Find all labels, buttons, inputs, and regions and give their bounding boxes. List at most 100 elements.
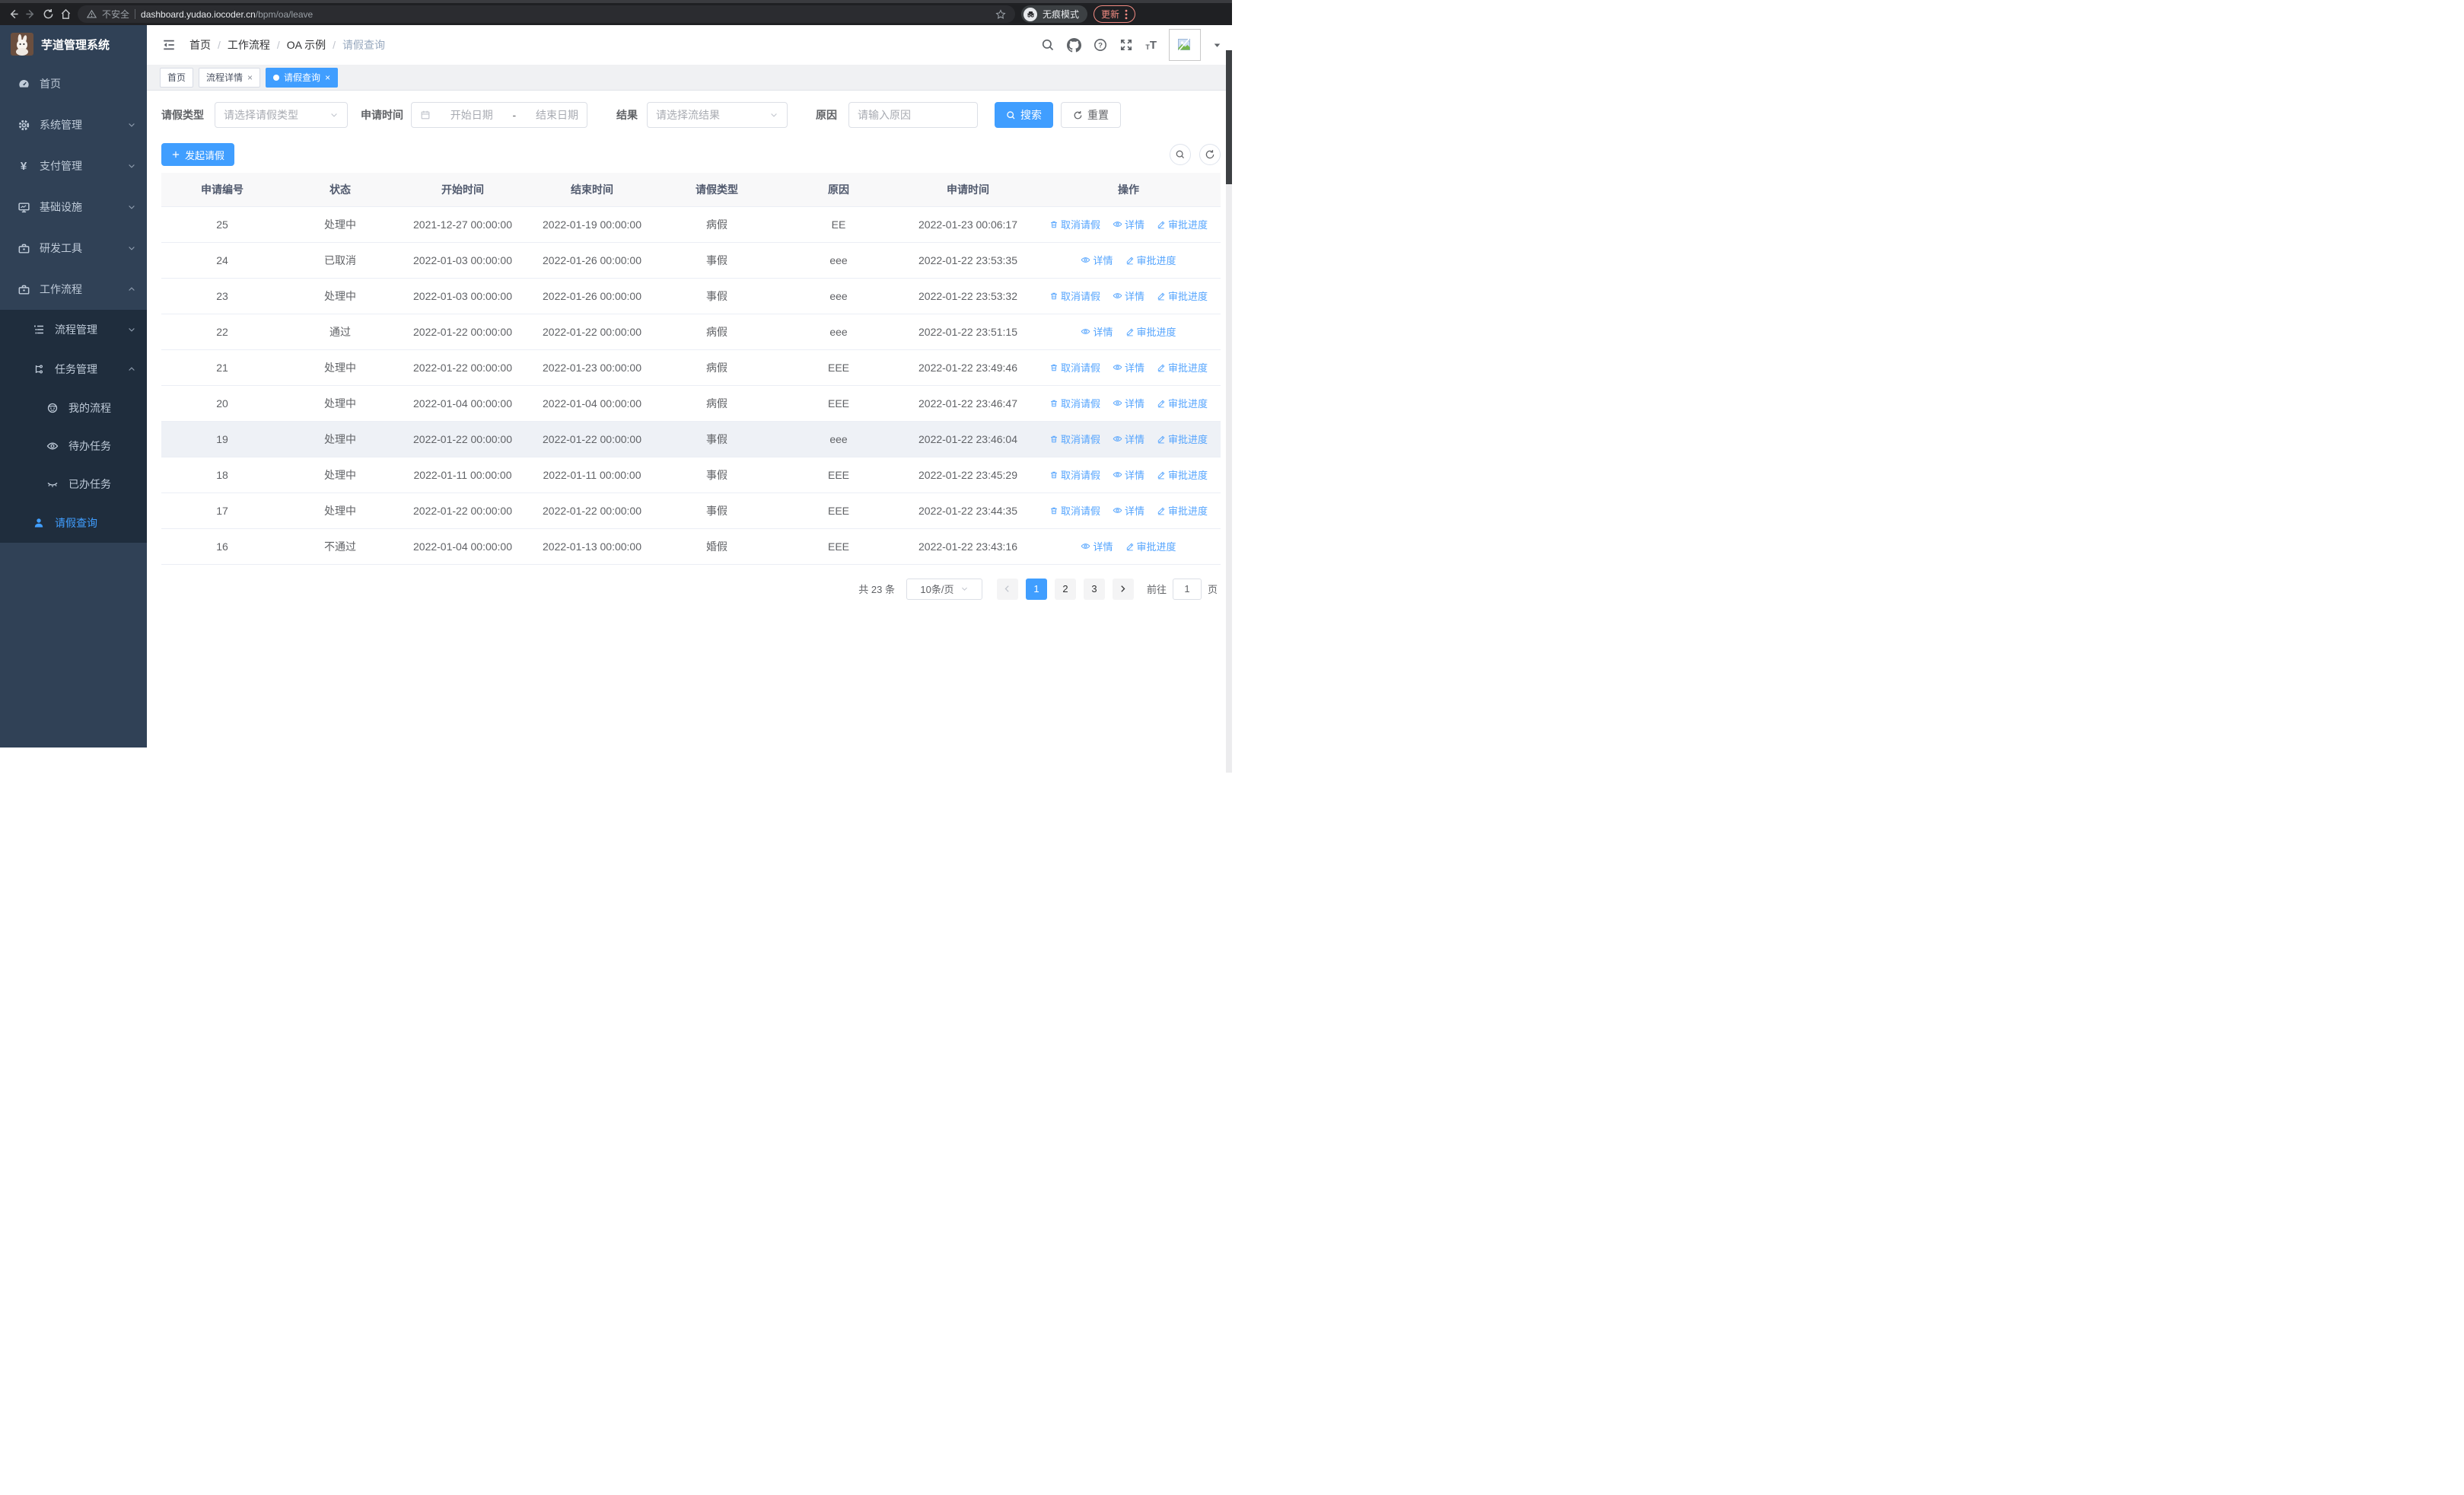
github-icon[interactable] bbox=[1067, 37, 1082, 53]
page-button-3[interactable]: 3 bbox=[1083, 578, 1105, 600]
tab-home[interactable]: 首页 bbox=[160, 67, 194, 88]
table-cell: 2022-01-23 00:06:17 bbox=[899, 206, 1036, 243]
leave-type-select[interactable]: 请选择请假类型 bbox=[215, 102, 348, 128]
goto-page-input[interactable] bbox=[1172, 578, 1202, 600]
chevron-down-icon bbox=[960, 585, 969, 593]
home-icon[interactable] bbox=[60, 8, 72, 20]
font-size-icon[interactable]: TT bbox=[1145, 40, 1157, 51]
sidebar-item-leave-query[interactable]: 请假查询 bbox=[0, 503, 147, 543]
action-detail-link[interactable]: 详情 bbox=[1113, 396, 1144, 410]
search-toggle-icon[interactable] bbox=[1170, 144, 1191, 165]
action-cancel-leave-link[interactable]: 取消请假 bbox=[1049, 288, 1100, 303]
page-url[interactable]: dashboard.yudao.iocoder.cn/bpm/oa/leave bbox=[141, 9, 313, 20]
close-icon[interactable]: × bbox=[247, 73, 253, 82]
action-progress-link[interactable]: 审批进度 bbox=[1125, 324, 1176, 339]
next-page-button[interactable] bbox=[1112, 578, 1134, 600]
back-icon[interactable] bbox=[8, 8, 19, 20]
sidebar-item-payment[interactable]: ¥ 支付管理 bbox=[0, 145, 147, 186]
sidebar-item-system[interactable]: 系统管理 bbox=[0, 104, 147, 145]
avatar[interactable] bbox=[1169, 29, 1201, 61]
action-progress-link[interactable]: 审批进度 bbox=[1157, 432, 1208, 446]
action-cancel-leave-link[interactable]: 取消请假 bbox=[1049, 360, 1100, 375]
sidebar-item-todo-tasks[interactable]: 待办任务 bbox=[0, 427, 147, 465]
browser-chrome: 不安全 dashboard.yudao.iocoder.cn/bpm/oa/le… bbox=[0, 0, 1232, 25]
scrollbar-thumb[interactable] bbox=[1226, 50, 1232, 184]
breadcrumb-oa-example[interactable]: OA 示例 bbox=[287, 37, 326, 53]
search-button[interactable]: 搜索 bbox=[995, 102, 1053, 128]
tab-label: 请假查询 bbox=[284, 72, 321, 83]
table-cell: EEE bbox=[778, 385, 899, 422]
page-button-1[interactable]: 1 bbox=[1025, 578, 1047, 600]
apply-time-range-picker[interactable]: 开始日期 - 结束日期 bbox=[411, 102, 587, 128]
action-detail-link[interactable]: 详情 bbox=[1081, 539, 1113, 553]
action-detail-link[interactable]: 详情 bbox=[1113, 503, 1144, 518]
table-row: 24 已取消 2022-01-03 00:00:00 2022-01-26 00:00… bbox=[161, 242, 1221, 279]
reload-icon[interactable] bbox=[43, 8, 54, 20]
action-progress-link[interactable]: 审批进度 bbox=[1125, 253, 1176, 267]
result-select[interactable]: 请选择流结果 bbox=[647, 102, 788, 128]
action-cancel-leave-link[interactable]: 取消请假 bbox=[1049, 396, 1100, 410]
close-icon[interactable]: × bbox=[325, 73, 330, 82]
browser-update-button[interactable]: 更新 bbox=[1094, 5, 1136, 23]
sidebar-item-done-tasks[interactable]: 已办任务 bbox=[0, 465, 147, 503]
security-warning-icon[interactable] bbox=[87, 9, 97, 19]
action-detail-link[interactable]: 详情 bbox=[1113, 467, 1144, 482]
tab-process-detail[interactable]: 流程详情 × bbox=[199, 67, 261, 88]
action-progress-link[interactable]: 审批进度 bbox=[1157, 360, 1208, 375]
sidebar-item-my-process[interactable]: 我的流程 bbox=[0, 389, 147, 427]
start-date-placeholder[interactable]: 开始日期 bbox=[450, 107, 493, 123]
tree-list-icon bbox=[32, 324, 46, 336]
help-icon[interactable]: ? bbox=[1094, 38, 1107, 52]
action-progress-link[interactable]: 审批进度 bbox=[1157, 396, 1208, 410]
browser-menu-kebab-icon[interactable] bbox=[1125, 9, 1128, 20]
robot-icon bbox=[46, 402, 59, 414]
action-detail-link[interactable]: 详情 bbox=[1113, 288, 1144, 303]
action-detail-link[interactable]: 详情 bbox=[1081, 253, 1113, 267]
action-detail-link[interactable]: 详情 bbox=[1113, 432, 1144, 446]
refresh-icon[interactable] bbox=[1199, 144, 1221, 165]
page-scrollbar[interactable] bbox=[1226, 50, 1232, 773]
security-label[interactable]: 不安全 bbox=[102, 8, 129, 21]
action-progress-link[interactable]: 审批进度 bbox=[1125, 539, 1176, 553]
action-progress-link[interactable]: 审批进度 bbox=[1157, 503, 1208, 518]
create-leave-button[interactable]: 发起请假 bbox=[161, 143, 235, 166]
action-cancel-leave-link[interactable]: 取消请假 bbox=[1049, 503, 1100, 518]
breadcrumb-workflow[interactable]: 工作流程 bbox=[228, 37, 270, 53]
prev-page-button[interactable] bbox=[996, 578, 1018, 600]
yen-icon: ¥ bbox=[20, 159, 27, 173]
sidebar-item-task-management[interactable]: 任务管理 bbox=[0, 349, 147, 389]
table-cell: 2022-01-04 00:00:00 bbox=[528, 385, 656, 422]
action-detail-link[interactable]: 详情 bbox=[1081, 324, 1113, 339]
reset-button[interactable]: 重置 bbox=[1061, 102, 1121, 128]
actions-cell: 取消请假 详情 审批进度 bbox=[1036, 349, 1221, 386]
address-bar[interactable]: 不安全 dashboard.yudao.iocoder.cn/bpm/oa/le… bbox=[78, 5, 1015, 23]
reason-input[interactable] bbox=[858, 109, 969, 121]
bookmark-star-icon[interactable] bbox=[995, 8, 1006, 20]
action-progress-link[interactable]: 审批进度 bbox=[1157, 467, 1208, 482]
sidebar-item-dev-tools[interactable]: 研发工具 bbox=[0, 228, 147, 269]
action-cancel-leave-link[interactable]: 取消请假 bbox=[1049, 432, 1100, 446]
action-progress-link[interactable]: 审批进度 bbox=[1157, 288, 1208, 303]
caret-down-icon[interactable] bbox=[1213, 41, 1221, 49]
table-cell: 20 bbox=[161, 385, 283, 422]
svg-text:?: ? bbox=[1098, 41, 1103, 49]
search-icon[interactable] bbox=[1041, 38, 1055, 52]
sidebar-item-workflow[interactable]: 工作流程 bbox=[0, 269, 147, 310]
fullscreen-icon[interactable] bbox=[1119, 38, 1133, 52]
forward-icon[interactable] bbox=[25, 8, 37, 20]
tab-leave-query[interactable]: 请假查询 × bbox=[266, 67, 339, 88]
sidebar-item-process-management[interactable]: 流程管理 bbox=[0, 310, 147, 349]
end-date-placeholder[interactable]: 结束日期 bbox=[536, 107, 578, 123]
page-button-2[interactable]: 2 bbox=[1054, 578, 1076, 600]
table-cell: 处理中 bbox=[283, 492, 397, 529]
action-detail-link[interactable]: 详情 bbox=[1113, 217, 1144, 231]
sidebar-item-home[interactable]: 首页 bbox=[0, 63, 147, 104]
sidebar-item-infrastructure[interactable]: 基础设施 bbox=[0, 186, 147, 228]
action-detail-link[interactable]: 详情 bbox=[1113, 360, 1144, 375]
action-progress-link[interactable]: 审批进度 bbox=[1157, 217, 1208, 231]
page-size-select[interactable]: 10条/页 bbox=[906, 578, 982, 600]
action-cancel-leave-link[interactable]: 取消请假 bbox=[1049, 217, 1100, 231]
breadcrumb-home[interactable]: 首页 bbox=[189, 37, 211, 53]
action-cancel-leave-link[interactable]: 取消请假 bbox=[1049, 467, 1100, 482]
sidebar-fold-icon[interactable] bbox=[162, 38, 176, 52]
